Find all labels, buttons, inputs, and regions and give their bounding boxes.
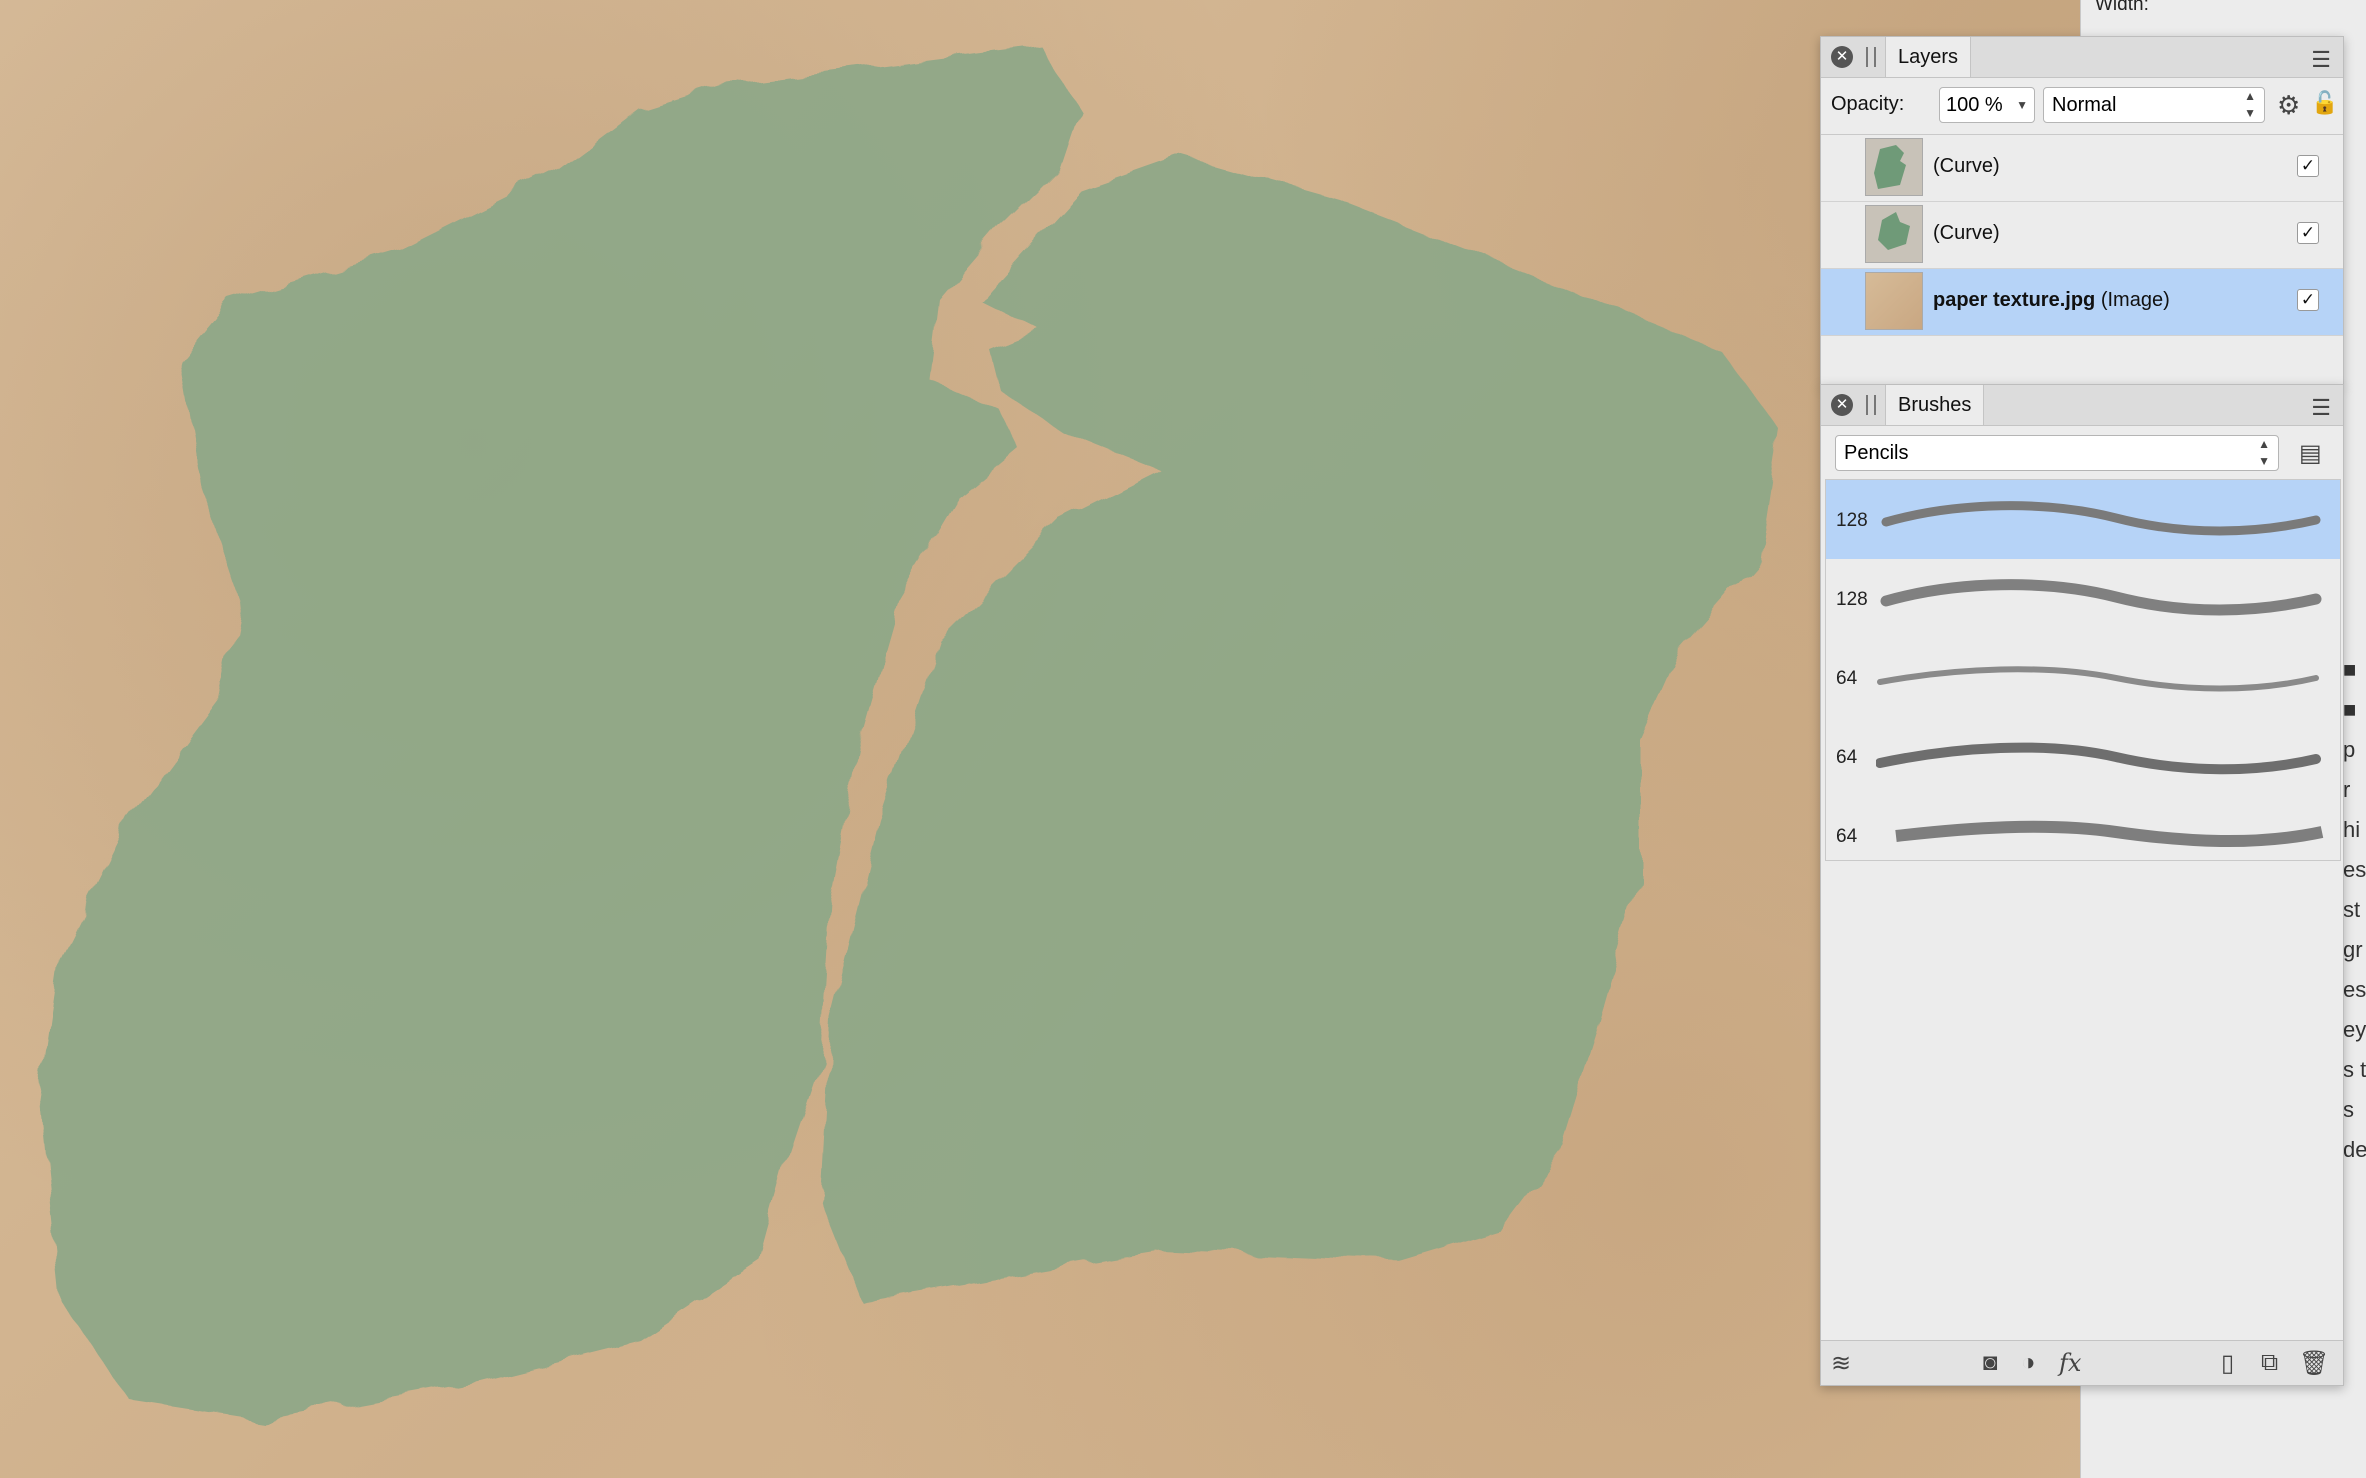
layer-thumbnail [1865,138,1923,196]
layers-titlebar: ✕ Layers ☰ [1821,37,2343,78]
visibility-checkbox[interactable]: ✓ [2297,289,2319,311]
brush-category-select[interactable]: Pencils ▲ ▼ [1835,435,2279,471]
side-glyph: s [2343,1097,2354,1122]
brushes-titlebar: ✕ Brushes ☰ [1821,385,2343,426]
side-glyph: gr [2343,937,2363,962]
close-icon[interactable]: ✕ [1831,394,1853,416]
stepper-icon: ▲ ▼ [2258,437,2270,468]
brush-list: 128 128 64 64 64 [1825,479,2341,861]
brush-category-value: Pencils [1844,442,1909,464]
side-glyph: de [2343,1137,2366,1162]
brush-stroke-preview [1877,666,2319,692]
layer-thumbnail [1865,205,1923,263]
layer-name: (Curve) [1933,222,2000,244]
brush-size: 128 [1836,589,1868,610]
duplicate-icon[interactable]: ⧉ [2261,1349,2278,1377]
side-glyph: s t [2343,1057,2366,1082]
tab-layers[interactable]: Layers [1885,37,1972,77]
layer-type: (Image) [2100,289,2170,311]
brushes-panel: ✕ Brushes ☰ Pencils ▲ ▼ ▤ 128 128 64 64 6… [1820,384,2344,1386]
painted-shapes [40,45,1780,1420]
layers-bottom-toolbar: ≋ ◙ ◑ fx ▯ ⧉ 🗑 [1821,1340,2343,1385]
opacity-row: Opacity: 100 % ▼ Normal ▲ ▼ ⚙ 🔓 [1821,78,2343,135]
side-glyph: ■ [2343,697,2357,722]
menu-icon[interactable]: ☰ [2311,395,2331,421]
list-view-icon[interactable]: ▤ [2299,439,2322,468]
stepper-icon: ▲ ▼ [2244,89,2256,120]
brush-size: 64 [1836,826,1858,847]
brush-size: 64 [1836,747,1858,768]
side-glyph: ey [2343,1017,2366,1042]
fx-icon[interactable]: fx [2059,1349,2081,1377]
layers-icon[interactable]: ≋ [1831,1349,1851,1378]
layer-row[interactable]: (Curve) ✓ [1821,135,2343,202]
side-glyph: hi [2343,817,2361,842]
side-glyph: es [2343,977,2366,1002]
blend-mode-select[interactable]: Normal ▲ ▼ [2043,87,2265,123]
trash-icon[interactable]: 🗑 [2299,1349,2329,1378]
brush-stroke-preview [1876,742,2321,775]
close-icon[interactable]: ✕ [1831,46,1853,68]
adjustment-icon[interactable]: ◑ [2021,1349,2036,1377]
new-layer-icon[interactable]: ▯ [2221,1349,2234,1378]
gear-icon[interactable]: ⚙ [2277,90,2300,121]
layer-thumbnail [1865,272,1923,330]
side-glyph: ■ [2343,657,2357,682]
brush-item[interactable]: 64 [1826,796,2340,875]
chevron-down-icon: ▼ [2016,98,2028,112]
lock-icon[interactable]: 🔓 [2311,90,2338,116]
brush-item[interactable]: 64 [1826,638,2340,717]
layer-name: paper texture.jpg (Image) [1933,289,2170,312]
layer-row[interactable]: paper texture.jpg (Image) ✓ [1821,269,2343,336]
side-glyph: st [2343,897,2361,922]
side-glyph: r [2343,777,2351,802]
visibility-checkbox[interactable]: ✓ [2297,222,2319,244]
opacity-field[interactable]: 100 % ▼ [1939,87,2035,123]
side-glyph: es [2343,857,2366,882]
layer-name-bold: paper texture.jpg [1933,289,2096,311]
green-shape-right [820,155,1780,1300]
brush-item[interactable]: 128 [1826,480,2340,559]
mask-icon[interactable]: ◙ [1983,1349,1998,1377]
brush-item[interactable]: 128 [1826,559,2340,638]
side-glyph: p [2343,737,2356,762]
panel-grip-icon[interactable] [1866,47,1876,67]
width-label: Width: [2095,0,2149,15]
blend-mode-value: Normal [2052,94,2117,116]
opacity-label: Opacity: [1831,93,1905,115]
layer-name: (Curve) [1933,155,2000,177]
brush-item[interactable]: 64 [1826,717,2340,796]
brush-stroke-preview [1881,501,2321,536]
panel-grip-icon[interactable] [1866,395,1876,415]
brush-size: 64 [1836,668,1858,689]
brush-size: 128 [1836,510,1868,531]
brush-stroke-preview [1895,820,2324,848]
layer-row[interactable]: (Curve) ✓ [1821,202,2343,269]
visibility-checkbox[interactable]: ✓ [2297,155,2319,177]
menu-icon[interactable]: ☰ [2311,47,2331,73]
opacity-value: 100 % [1946,94,2003,116]
layers-panel: ✕ Layers ☰ Opacity: 100 % ▼ Normal ▲ ▼ ⚙ … [1820,36,2344,386]
tab-brushes[interactable]: Brushes [1885,385,1985,425]
brush-stroke-preview [1880,579,2322,616]
truncated-panel-text: ■ ■ p r hi es st gr es ey s t s de [2343,650,2366,1170]
